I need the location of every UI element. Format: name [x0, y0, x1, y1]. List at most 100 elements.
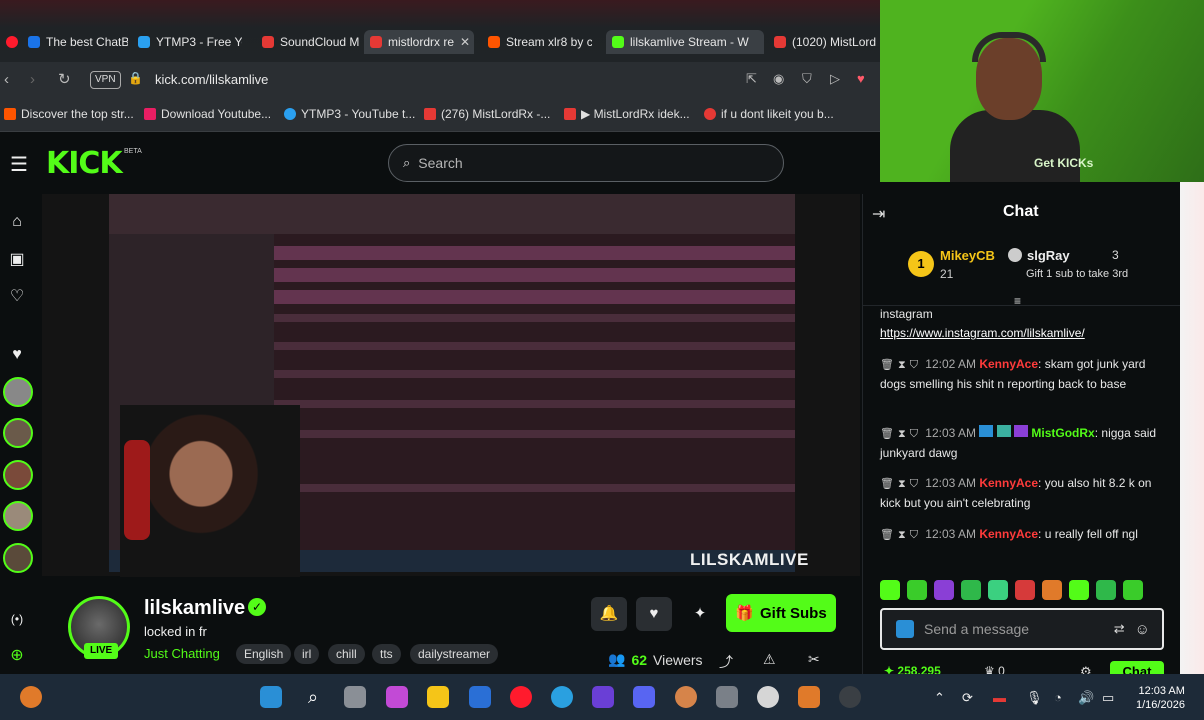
- tag-english[interactable]: English: [236, 644, 292, 664]
- opera-menu-icon[interactable]: [0, 30, 20, 54]
- search-input[interactable]: ⌕ Search: [388, 144, 784, 182]
- emote-icon[interactable]: [907, 580, 927, 600]
- media-app-icon[interactable]: [592, 686, 614, 708]
- delete-icon[interactable]: 🗑: [880, 359, 894, 371]
- browser-tab[interactable]: The best ChatBo: [22, 30, 128, 54]
- tray-app-icon[interactable]: ▬: [993, 690, 1006, 705]
- followed-channel-avatar[interactable]: [3, 543, 33, 573]
- browser-tab[interactable]: YTMP3 - Free Yo: [132, 30, 242, 54]
- reload-icon[interactable]: ↻: [58, 70, 71, 88]
- chat-username[interactable]: MistGodRx: [1031, 426, 1094, 440]
- tag-chill[interactable]: chill: [328, 644, 365, 664]
- emote-icon[interactable]: [961, 580, 981, 600]
- followed-channel-avatar[interactable]: [3, 460, 33, 490]
- opera-taskbar-icon[interactable]: [510, 686, 532, 708]
- bookmark-item[interactable]: Discover the top str...: [4, 107, 134, 121]
- chat-username[interactable]: KennyAce: [979, 357, 1038, 371]
- bookmark-item[interactable]: YTMP3 - YouTube t...: [284, 107, 415, 121]
- delete-icon[interactable]: 🗑: [880, 529, 894, 541]
- heart-icon[interactable]: ♥: [857, 71, 865, 86]
- report-icon[interactable]: ⚠: [763, 651, 776, 668]
- edge-icon[interactable]: [551, 686, 573, 708]
- following-icon[interactable]: ♡: [7, 287, 27, 307]
- browser-tab[interactable]: SoundCloud MP: [256, 30, 360, 54]
- delete-icon[interactable]: 🗑: [880, 478, 894, 490]
- emote-icon[interactable]: [1042, 580, 1062, 600]
- emoji-icon[interactable]: ☺: [1135, 621, 1150, 638]
- home-icon[interactable]: ⌂: [7, 212, 27, 232]
- emote-icon[interactable]: [880, 580, 900, 600]
- file-explorer-icon[interactable]: [427, 686, 449, 708]
- tag-irl[interactable]: irl: [294, 644, 320, 664]
- shield-icon[interactable]: ⛉: [802, 71, 812, 87]
- browse-icon[interactable]: ▣: [7, 250, 27, 270]
- followed-channel-avatar[interactable]: [3, 418, 33, 448]
- obs-icon[interactable]: [757, 686, 779, 708]
- timeout-icon[interactable]: ⧗: [898, 359, 906, 371]
- weather-icon[interactable]: [20, 686, 42, 708]
- browser-tab-active[interactable]: lilskamlive Stream - W: [606, 30, 764, 54]
- emote-icon[interactable]: [1069, 580, 1089, 600]
- ban-icon[interactable]: ⛉: [910, 529, 918, 541]
- timeout-icon[interactable]: ⧗: [898, 529, 906, 541]
- send-page-icon[interactable]: ⇱: [746, 71, 757, 87]
- close-tab-icon[interactable]: ✕: [460, 35, 470, 49]
- copilot-icon[interactable]: [386, 686, 408, 708]
- vpn-badge[interactable]: VPN: [90, 71, 121, 89]
- ban-icon[interactable]: ⛉: [910, 428, 918, 440]
- crosshair-icon[interactable]: ⊕: [7, 646, 27, 666]
- emote-icon[interactable]: [988, 580, 1008, 600]
- emote-icon[interactable]: [1015, 580, 1035, 600]
- wifi-icon[interactable]: ◔: [1054, 690, 1062, 705]
- browser-tab[interactable]: Stream xlr8 by c: [482, 30, 592, 54]
- tray-overflow-icon[interactable]: ⌃: [934, 690, 945, 706]
- battery-icon[interactable]: ▭: [1102, 690, 1114, 706]
- category-link[interactable]: Just Chatting: [144, 646, 220, 661]
- bookmark-item[interactable]: ▶ MistLordRx idek...: [564, 107, 690, 121]
- gift-subs-button[interactable]: 🎁 Gift Subs: [726, 594, 836, 632]
- chat-username[interactable]: KennyAce: [979, 527, 1038, 541]
- ban-icon[interactable]: ⛉: [910, 478, 918, 490]
- share-icon[interactable]: ⤴: [719, 652, 733, 672]
- bookmark-item[interactable]: Download Youtube...: [144, 107, 271, 121]
- emote-icon[interactable]: [934, 580, 954, 600]
- taskbar-search-icon[interactable]: ⌕: [302, 686, 324, 708]
- system-clock[interactable]: 12:03 AM 1/16/2026: [1136, 684, 1185, 712]
- app-icon[interactable]: [675, 686, 697, 708]
- chat-link[interactable]: https://www.instagram.com/lilskamlive/: [880, 324, 1162, 343]
- tray-sync-icon[interactable]: ⟳: [962, 690, 973, 706]
- bookmark-item[interactable]: if u dont likeit you b...: [704, 107, 834, 121]
- back-icon[interactable]: ‹: [4, 71, 9, 88]
- start-icon[interactable]: [260, 686, 282, 708]
- kick-logo[interactable]: KICK: [46, 146, 123, 181]
- browser-tab[interactable]: mistlordrx re ✕: [364, 30, 474, 54]
- channel-name[interactable]: lilskamlive: [144, 597, 245, 620]
- followed-channel-avatar[interactable]: [3, 501, 33, 531]
- app-icon[interactable]: [469, 686, 491, 708]
- tag-tts[interactable]: tts: [372, 644, 401, 664]
- lock-icon[interactable]: 🔒: [128, 71, 143, 85]
- volume-icon[interactable]: 🔊: [1078, 690, 1094, 706]
- chat-username[interactable]: KennyAce: [979, 476, 1038, 490]
- microphone-icon[interactable]: 🎙: [1026, 690, 1043, 706]
- emote-icon[interactable]: [1123, 580, 1143, 600]
- forward-icon[interactable]: ›: [30, 71, 35, 88]
- menu-icon[interactable]: ☰: [10, 152, 28, 177]
- follow-heart-icon[interactable]: ♥: [636, 597, 672, 631]
- leaderboard-first-name[interactable]: MikeyCB: [940, 248, 995, 263]
- timeout-icon[interactable]: ⧗: [898, 478, 906, 490]
- url-field[interactable]: kick.com/lilskamlive: [155, 72, 268, 87]
- translate-icon[interactable]: ⇄: [1114, 621, 1125, 637]
- sparkle-icon[interactable]: ✦: [682, 597, 718, 631]
- kick-emote-icon[interactable]: [896, 620, 914, 638]
- camera-app-icon[interactable]: [716, 686, 738, 708]
- media-player-icon[interactable]: [839, 686, 861, 708]
- bookmark-item[interactable]: (276) MistLordRx -...: [424, 107, 550, 121]
- followed-channel-avatar[interactable]: [3, 377, 33, 407]
- delete-icon[interactable]: 🗑: [880, 428, 894, 440]
- discord-icon[interactable]: [633, 686, 655, 708]
- tag-dailystreamer[interactable]: dailystreamer: [410, 644, 499, 664]
- notification-bell-icon[interactable]: 🔔: [591, 597, 627, 631]
- leaderboard-second-name[interactable]: slgRay: [1027, 248, 1070, 263]
- browser-tab[interactable]: (1020) MistLord: [768, 30, 878, 54]
